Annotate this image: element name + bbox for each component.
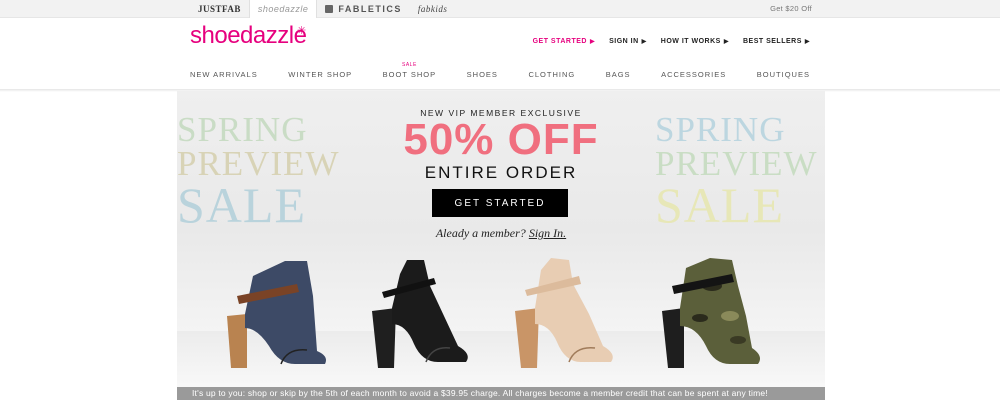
- membership-disclaimer: It's up to you: shop or skip by the 5th …: [177, 387, 825, 400]
- sign-in-link[interactable]: SIGN IN ▶: [609, 38, 647, 45]
- brand-shoedazzle-link[interactable]: shoedazzle: [248, 0, 318, 18]
- hero-subhead: ENTIRE ORDER: [424, 163, 578, 182]
- nude-bootie-icon: [515, 258, 613, 368]
- sign-in-label: SIGN IN: [609, 38, 639, 45]
- nav-boot-shop[interactable]: SALE BOOT SHOP: [382, 62, 437, 79]
- brand-fabletics-label: FABLETICS: [338, 4, 402, 14]
- nav-winter-shop[interactable]: WINTER SHOP: [288, 70, 352, 79]
- caret-right-icon: ▶: [804, 39, 810, 45]
- site-logo[interactable]: shoedazzle: [190, 22, 307, 50]
- caret-right-icon: ▶: [723, 39, 729, 45]
- nav-boot-shop-label: BOOT SHOP: [382, 70, 437, 79]
- get-started-label: GET STARTED: [532, 38, 587, 45]
- account-links: GET STARTED ▶ SIGN IN ▶ HOW IT WORKS ▶ BEST…: [533, 38, 810, 45]
- hero-offer: 50% OFF: [403, 115, 599, 164]
- navy-bootie-icon: [227, 261, 326, 368]
- get-started-button[interactable]: GET STARTED: [432, 189, 568, 217]
- caret-right-icon: ▶: [589, 39, 596, 45]
- best-sellers-label: BEST SELLERS: [742, 38, 802, 45]
- caret-right-icon: ▶: [641, 39, 647, 45]
- nav-shoes[interactable]: SHOES: [467, 70, 498, 79]
- brand-justfab-link[interactable]: JUSTFAB: [194, 0, 249, 18]
- site-header: shoedazzle ✳ GET STARTED ▶ SIGN IN ▶ HOW I…: [0, 18, 1000, 90]
- top-promo-link[interactable]: Get $20 Off: [770, 0, 812, 18]
- shoe-nude-image[interactable]: [507, 256, 617, 371]
- sale-word: SALE: [655, 177, 784, 233]
- fabletics-logo-icon: [325, 5, 334, 13]
- best-sellers-link[interactable]: BEST SELLERS ▶: [743, 38, 810, 45]
- brand-fabletics-link[interactable]: FABLETICS: [317, 0, 410, 18]
- nav-boutiques[interactable]: BOUTIQUES: [757, 70, 810, 79]
- shoe-navy-image[interactable]: [217, 256, 327, 371]
- sale-word: SALE: [177, 177, 306, 233]
- how-it-works-link[interactable]: HOW IT WORKS ▶: [661, 38, 729, 45]
- shoe-black-image[interactable]: [362, 256, 472, 371]
- member-prompt: Aleady a member? Sign In.: [177, 226, 825, 241]
- hero-sign-in-link[interactable]: Sign In.: [529, 226, 566, 240]
- sale-badge: SALE: [402, 62, 417, 68]
- nav-bags[interactable]: BAGS: [606, 70, 631, 79]
- nav-accessories[interactable]: ACCESSORIES: [661, 70, 726, 79]
- member-prompt-text: Aleady a member?: [435, 226, 526, 240]
- brand-switcher: JUSTFAB shoedazzle FABLETICS fabkids: [194, 0, 455, 18]
- brand-bar: JUSTFAB shoedazzle FABLETICS fabkids Get…: [0, 0, 1000, 18]
- camo-bootie-icon: [662, 258, 760, 368]
- black-bootie-icon: [372, 260, 468, 368]
- nav-new-arrivals[interactable]: NEW ARRIVALS: [190, 70, 258, 79]
- hero-banner[interactable]: SPRING PREVIEW SALE SPRING PREVIEW SALE …: [177, 91, 825, 400]
- how-it-works-label: HOW IT WORKS: [660, 38, 721, 45]
- get-started-link[interactable]: GET STARTED ▶: [533, 38, 596, 45]
- nav-clothing[interactable]: CLOTHING: [528, 70, 575, 79]
- brand-fabkids-link[interactable]: fabkids: [410, 0, 456, 18]
- main-nav: NEW ARRIVALS WINTER SHOP SALE BOOT SHOP S…: [190, 62, 810, 79]
- shoe-camo-image[interactable]: [652, 256, 762, 371]
- logo-star-icon: ✳: [297, 25, 307, 37]
